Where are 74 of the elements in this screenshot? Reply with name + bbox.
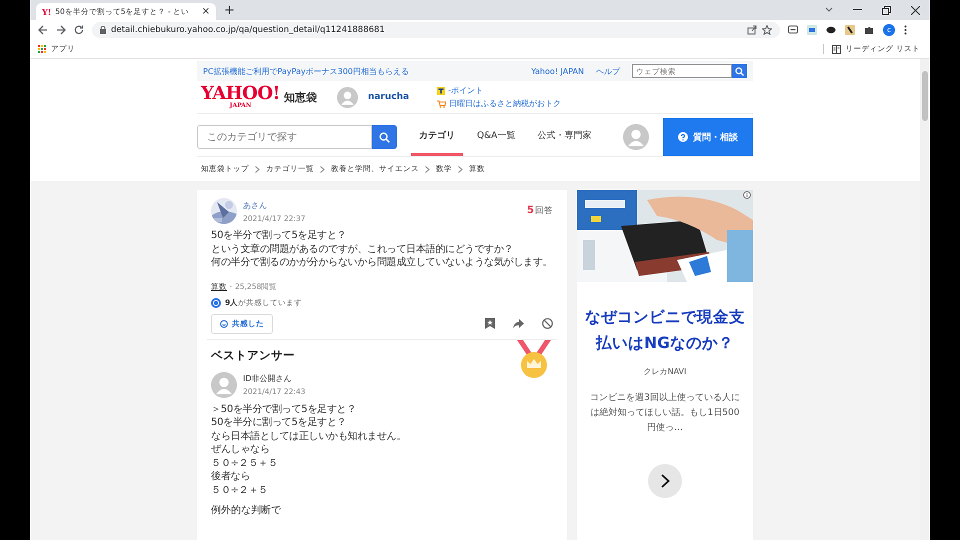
chevron-right-icon: [255, 166, 260, 172]
answer-text: ５０÷２５＋５: [211, 456, 279, 470]
share-arrow-icon[interactable]: [513, 318, 524, 328]
avatar-icon: [336, 86, 358, 108]
star-icon[interactable]: [762, 25, 772, 35]
chevron-right-icon: [458, 166, 463, 172]
chevron-right-icon: [320, 166, 325, 172]
answer-text: 50を半分に割って5を足すと？: [211, 416, 348, 430]
avatar-icon: [623, 124, 649, 150]
question-text: 50を半分で割って5を足すと？: [211, 229, 348, 242]
nav-tab[interactable]: Q&A一覧: [469, 118, 524, 156]
user-name[interactable]: ID非公開さん: [243, 373, 306, 384]
answer-text: 後者なら: [211, 470, 251, 484]
tab-close-button[interactable]: ×: [202, 6, 210, 17]
minimize-icon[interactable]: [853, 9, 862, 11]
extension-icon[interactable]: [845, 25, 855, 35]
info-icon[interactable]: [743, 191, 751, 199]
header-link[interactable]: ヘルプ: [596, 66, 620, 76]
chevron-down-icon[interactable]: [825, 7, 833, 13]
question-text: という文章の問題があるのですが、これって日本語的にどうですか？: [211, 242, 514, 256]
question-text: 何の半分で割るのかが分からないから問題成立していないような気がします。: [211, 256, 553, 270]
nav-tab[interactable]: カテゴリ: [411, 118, 463, 156]
user-name[interactable]: あさん: [243, 200, 306, 210]
answer-text: ５０÷２＋５: [211, 484, 269, 497]
favicon: Y!: [42, 6, 52, 16]
answer-text: ＞50を半分で割って5を足すと？: [211, 402, 358, 416]
ad-source: クレカNAVI: [644, 366, 686, 377]
ad-description: コンビニを週3回以上使っている人には絶対知ってほしい話。もし1日500円使っ…: [589, 392, 741, 435]
answer-text: なら日本語としては正しいかも知れません。: [211, 430, 407, 443]
ask-button[interactable]: 質問・相談: [663, 118, 753, 156]
avatar-icon: [211, 372, 237, 398]
reading-list-icon: [832, 44, 841, 54]
restore-icon[interactable]: [882, 6, 891, 14]
cart-icon: [437, 100, 446, 108]
answer-count: 5 回答: [527, 205, 553, 217]
campaign-link[interactable]: 日曜日はふるさと納税がおトク: [449, 98, 562, 109]
answer-text: 例外的な判断で: [210, 504, 282, 517]
back-icon[interactable]: [38, 25, 48, 35]
search-icon: [735, 66, 744, 76]
points-icon: [437, 86, 446, 94]
category-search-field[interactable]: このカテゴリで探す: [197, 125, 372, 149]
service-name: 知恵袋: [284, 90, 317, 104]
answer-text: ぜんしゃなら: [211, 443, 270, 456]
search-button[interactable]: [372, 125, 397, 149]
empathy-icon: [211, 298, 221, 308]
block-icon[interactable]: [542, 318, 553, 329]
close-icon[interactable]: [911, 6, 920, 14]
nav-tab[interactable]: 公式・専門家: [529, 118, 600, 156]
points-link[interactable]: -ポイント: [448, 85, 483, 96]
smile-icon: [220, 320, 228, 328]
address-bar[interactable]: detail.chiebukuro.yahoo.co.jp/qa/question_detail/q11241888681: [92, 22, 780, 38]
best-answer-heading: ベストアンサー: [211, 348, 295, 362]
new-tab-button[interactable]: +: [224, 3, 235, 18]
ad-headline[interactable]: なぜコンビニで現金支払いはNGなのか？: [581, 304, 749, 356]
medal-icon: [515, 340, 553, 378]
menu-icon[interactable]: [904, 25, 907, 35]
user-name[interactable]: narucha: [368, 92, 410, 102]
chevron-right-icon: [425, 166, 430, 172]
search-button[interactable]: [732, 64, 747, 78]
logo-text[interactable]: YAHOO!: [201, 85, 280, 103]
question-circle-icon: [678, 132, 688, 142]
chevron-right-icon: [660, 474, 670, 488]
share-icon[interactable]: [747, 25, 757, 35]
search-icon: [379, 132, 390, 142]
lock-icon: [100, 26, 106, 34]
chat-icon[interactable]: [788, 25, 798, 35]
forward-icon[interactable]: [56, 25, 66, 35]
bookmark-icon[interactable]: [485, 318, 495, 329]
apps-grid-icon: [38, 45, 46, 53]
promo-link[interactable]: PC拡張機能ご利用でPayPayボーナス300円相当もらえる: [203, 66, 409, 76]
reload-icon[interactable]: [74, 25, 84, 35]
header-link[interactable]: Yahoo! JAPAN: [531, 66, 584, 76]
scrollbar[interactable]: [920, 59, 930, 540]
next-button[interactable]: [648, 464, 682, 498]
